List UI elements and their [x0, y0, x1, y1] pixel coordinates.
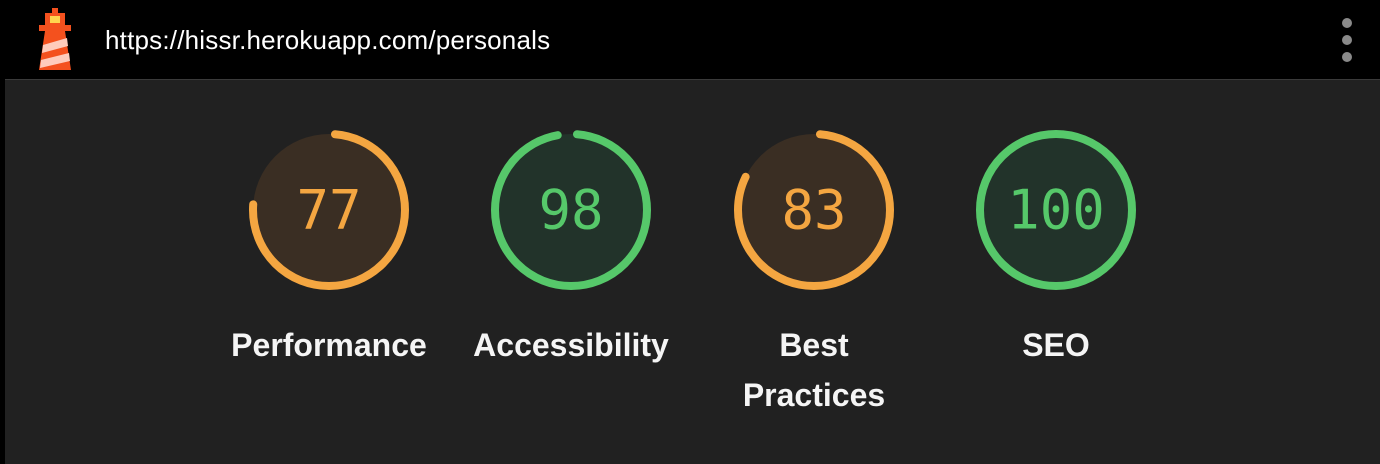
gauge-accessibility-score: 98: [538, 179, 603, 242]
gauge-accessibility[interactable]: 98 Accessibility: [461, 128, 681, 370]
gauge-performance-score: 77: [296, 179, 361, 242]
gauge-best-practices-score: 83: [781, 179, 846, 242]
gauge-seo-score: 100: [1007, 179, 1105, 242]
gauge-seo-label: SEO: [1022, 327, 1090, 363]
gauge-best-practices[interactable]: 83 Best Practices: [704, 128, 924, 420]
page-url[interactable]: https://hissr.herokuapp.com/personals: [105, 22, 550, 58]
gauge-seo[interactable]: 100 SEO: [946, 128, 1166, 370]
report-header: https://hissr.herokuapp.com/personals: [5, 0, 1380, 80]
report-frame: https://hissr.herokuapp.com/personals 77…: [0, 0, 1380, 464]
gauge-best-practices-ring: 83: [734, 130, 894, 290]
gauge-performance[interactable]: 77 Performance: [219, 128, 439, 370]
gauge-best-practices-label: Best Practices: [742, 327, 886, 413]
lighthouse-icon: [39, 8, 71, 70]
gauge-accessibility-label: Accessibility: [473, 327, 669, 363]
more-vert-icon[interactable]: [1335, 18, 1359, 62]
gauge-performance-label: Performance: [231, 327, 427, 363]
gauge-seo-ring: 100: [976, 130, 1136, 290]
gauge-accessibility-ring: 98: [491, 130, 651, 290]
gauge-performance-ring: 77: [249, 130, 409, 290]
